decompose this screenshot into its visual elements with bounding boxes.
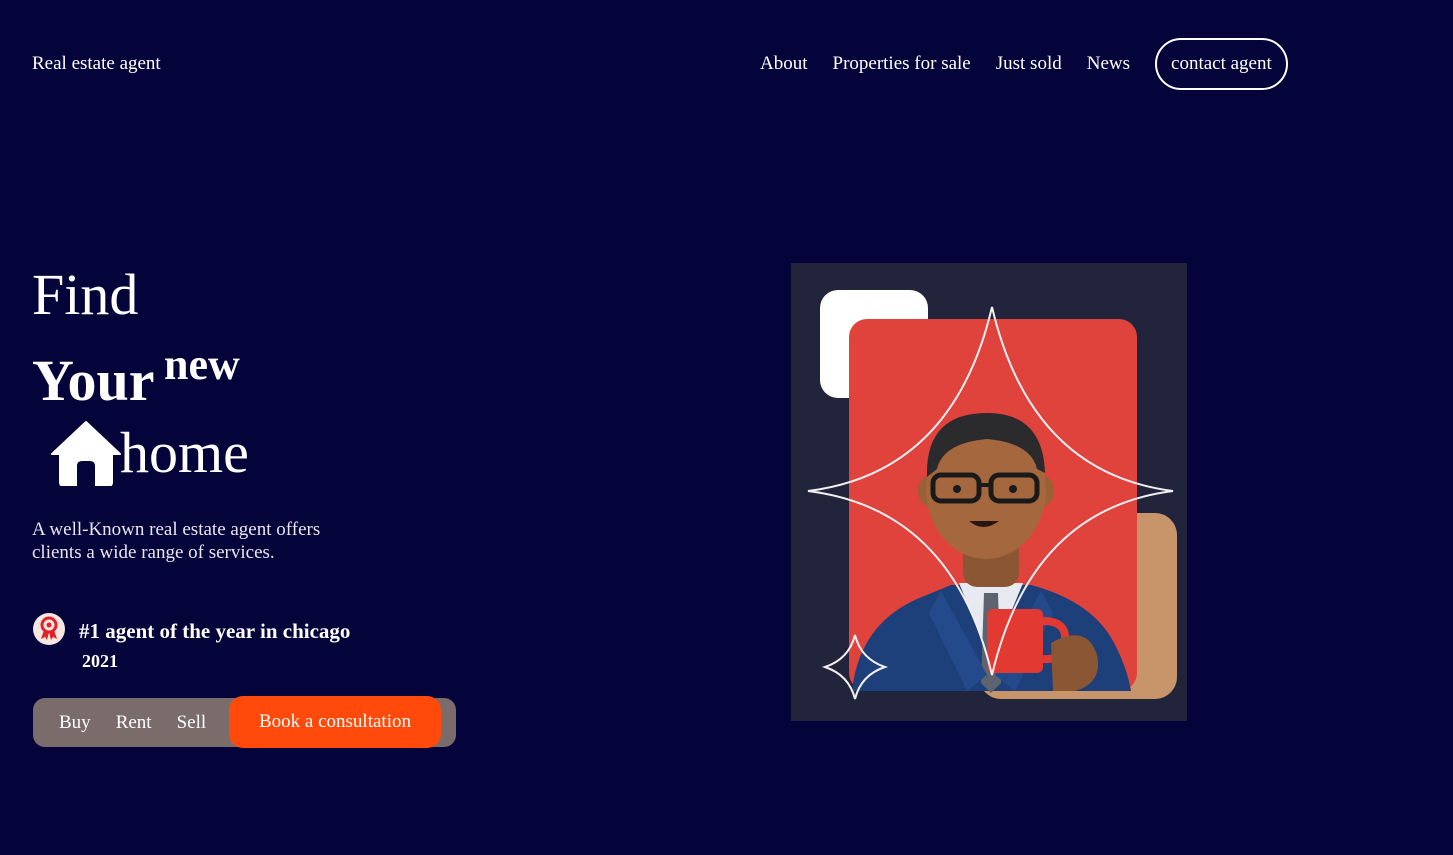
hero-description: A well-Known real estate agent offers cl…: [32, 519, 321, 563]
award-badge-icon: [33, 613, 65, 645]
hero-title-home-row: home: [50, 420, 249, 486]
hero-title-your: Your: [32, 348, 155, 413]
agent-illustration: [791, 263, 1187, 721]
nav-news[interactable]: News: [1087, 53, 1130, 75]
buy-button[interactable]: Buy: [59, 712, 91, 734]
hero-title-find: Find: [32, 262, 139, 327]
agent-avatar-illustration: [807, 290, 1177, 700]
main-nav: About Properties for sale Just sold News…: [760, 38, 1288, 90]
hero-title-new: new: [164, 340, 240, 389]
brand-logo[interactable]: Real estate agent: [32, 53, 161, 75]
hero-title-home: home: [120, 420, 249, 485]
sell-button[interactable]: Sell: [177, 712, 207, 734]
house-icon: [51, 421, 121, 486]
page: Real estate agent About Properties for s…: [0, 0, 1453, 855]
award-year: 2021: [82, 651, 118, 671]
award-title: #1 agent of the year in chicago: [79, 619, 351, 643]
nav-about[interactable]: About: [760, 53, 808, 75]
rent-button[interactable]: Rent: [116, 712, 152, 734]
contact-agent-button[interactable]: contact agent: [1155, 38, 1288, 90]
book-consultation-button[interactable]: Book a consultation: [229, 696, 441, 748]
nav-just-sold[interactable]: Just sold: [996, 53, 1062, 75]
nav-properties-for-sale[interactable]: Properties for sale: [833, 53, 971, 75]
